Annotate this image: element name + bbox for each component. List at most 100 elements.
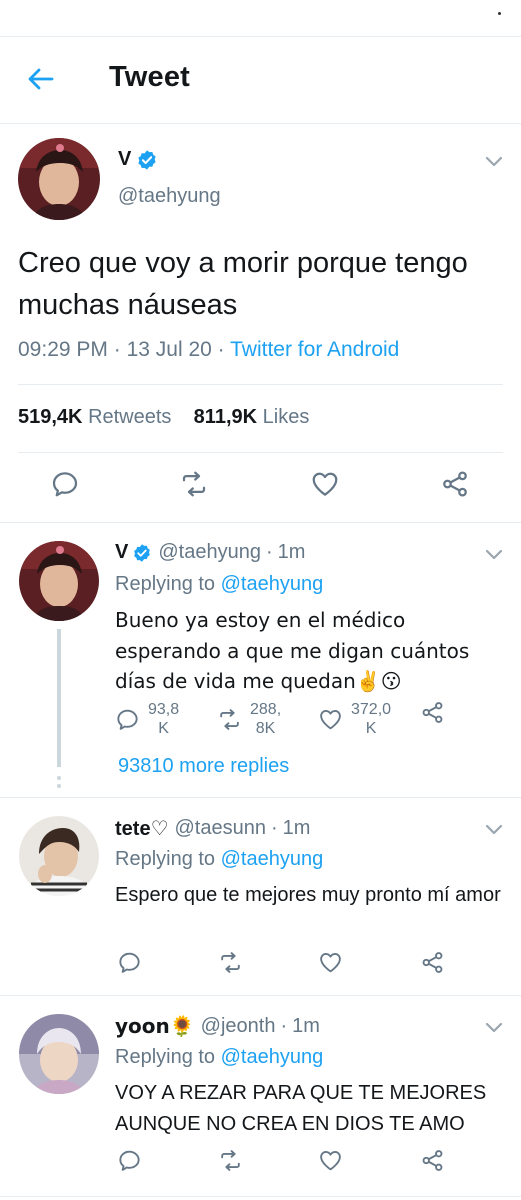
replying-to: Replying to @taehyung <box>115 1046 323 1069</box>
reply-tweet[interactable]: tete♡ @taesunn · 1m Replying to @taehyun… <box>0 798 521 996</box>
replying-to-link[interactable]: @taehyung <box>221 573 324 595</box>
reply-icon <box>115 707 140 732</box>
main-tweet: V @taehyung Creo que voy a morir porque … <box>0 124 521 523</box>
reply-time: 1m <box>282 817 311 839</box>
share-icon <box>420 950 445 975</box>
share-action[interactable] <box>420 1148 445 1173</box>
reply-author-handle[interactable]: @taesunn <box>175 817 266 840</box>
divider <box>18 384 503 385</box>
reply-time: 1m <box>292 1014 320 1037</box>
divider <box>18 452 503 453</box>
like-icon <box>318 707 343 732</box>
replying-to-prefix: Replying to <box>115 573 216 595</box>
reply-action[interactable] <box>117 1148 142 1173</box>
reply-author-name-text: V <box>115 541 129 563</box>
like-icon <box>318 1148 343 1173</box>
thread-line <box>57 629 61 767</box>
avatar[interactable] <box>18 138 100 220</box>
meta-separator: · <box>265 541 273 563</box>
status-bar <box>0 0 521 37</box>
thread-dots <box>57 776 61 792</box>
avatar[interactable] <box>19 816 99 896</box>
share-icon <box>420 1148 445 1173</box>
avatar[interactable] <box>19 541 99 621</box>
replying-to-link[interactable]: @taehyung <box>221 1046 324 1068</box>
share-action[interactable] <box>420 700 445 725</box>
share-icon <box>420 700 445 725</box>
like-action[interactable] <box>318 1148 343 1173</box>
reply-text: VOY A REZAR PARA QUE TE MEJORES AUNQUE N… <box>115 1082 487 1135</box>
retweet-icon[interactable] <box>179 469 209 499</box>
chevron-down-icon[interactable] <box>485 549 503 561</box>
like-action[interactable] <box>318 950 343 975</box>
replying-to: Replying to @taehyung <box>115 848 323 871</box>
share-action[interactable] <box>420 950 445 975</box>
reply-icon <box>117 950 142 975</box>
like-icon[interactable] <box>310 469 340 499</box>
reply-header: tete♡ @taesunn · 1m <box>115 816 310 841</box>
reply-time: 1m <box>277 541 306 563</box>
author-handle[interactable]: @taehyung <box>118 185 221 208</box>
like-action[interactable]: 372,0 K <box>318 700 391 738</box>
reply-author-name[interactable]: V <box>115 541 152 564</box>
reply-actions <box>115 1148 501 1188</box>
reply-icon <box>117 1148 142 1173</box>
retweet-action[interactable] <box>218 1148 243 1173</box>
reply-author-name-text: tete♡ <box>115 818 169 840</box>
page-title: Tweet <box>109 61 191 93</box>
tweet-stats: 519,4K Retweets 811,9K Likes <box>18 406 309 429</box>
tweet-meta: 09:29 PM · 13 Jul 20 · Twitter for Andro… <box>18 338 399 362</box>
retweet-action[interactable]: 288, 8K <box>217 700 281 738</box>
meta-separator: · <box>217 338 225 361</box>
likes-count: 811,9K <box>193 406 258 428</box>
reply-tweet[interactable]: yoon🌻 @jeonth · 1m Replying to @taehyung… <box>0 996 521 1197</box>
reply-action[interactable] <box>117 950 142 975</box>
reply-header: yoon🌻 @jeonth · 1m <box>115 1014 320 1038</box>
author-name[interactable]: V <box>118 148 158 171</box>
likes-stat[interactable]: 811,9K Likes <box>194 406 310 428</box>
replying-to-prefix: Replying to <box>115 1046 216 1068</box>
meta-separator: · <box>270 817 278 839</box>
reply-icon[interactable] <box>50 469 80 499</box>
reply-actions: 93,8 K 288, 8K 372,0 K <box>115 700 501 740</box>
retweet-icon <box>218 1148 243 1173</box>
retweets-label: Retweets <box>88 406 172 428</box>
header: Tweet <box>0 37 521 124</box>
tweet-time: 09:29 PM <box>18 338 108 361</box>
replying-to: Replying to @taehyung <box>115 573 323 596</box>
reply-author-handle[interactable]: @taehyung <box>158 541 261 564</box>
reply-author-handle[interactable]: @jeonth <box>201 1015 276 1038</box>
share-icon[interactable] <box>440 469 470 499</box>
verified-badge-icon <box>136 149 158 171</box>
retweet-count: 288, 8K <box>250 701 282 737</box>
avatar[interactable] <box>19 1014 99 1094</box>
reply-text: Espero que te mejores muy pronto mí amor <box>115 884 501 906</box>
reply-author-name[interactable]: yoon🌻 <box>115 1014 195 1038</box>
replying-to-link[interactable]: @taehyung <box>221 848 324 870</box>
tweet-date: 13 Jul 20 <box>126 338 212 361</box>
reply-author-name[interactable]: tete♡ <box>115 816 169 841</box>
like-icon <box>318 950 343 975</box>
reply-count: 93,8 K <box>148 701 180 737</box>
meta-separator: · <box>280 1014 288 1037</box>
like-count: 372,0 K <box>351 701 392 737</box>
chevron-down-icon[interactable] <box>485 1022 503 1034</box>
tweet-text: Creo que voy a morir porque tengo muchas… <box>18 247 468 321</box>
reply-tweet[interactable]: V @taehyung · 1m Replying to @taehyung B… <box>0 523 521 798</box>
back-arrow-icon[interactable] <box>26 64 56 94</box>
author-name-text: V <box>118 148 132 170</box>
reply-action[interactable]: 93,8 K <box>115 700 179 738</box>
reply-author-name-text: yoon🌻 <box>115 1014 195 1038</box>
chevron-down-icon[interactable] <box>485 156 503 168</box>
meta-separator: · <box>113 338 121 361</box>
reply-text: Bueno ya estoy en el médico esperando a … <box>115 608 470 693</box>
reply-header: V @taehyung · 1m <box>115 541 305 564</box>
more-replies-link[interactable]: 93810 more replies <box>118 755 289 778</box>
retweets-count: 519,4K <box>18 406 83 428</box>
retweet-icon <box>218 950 243 975</box>
tweet-source-link[interactable]: Twitter for Android <box>230 338 399 361</box>
chevron-down-icon[interactable] <box>485 824 503 836</box>
retweet-action[interactable] <box>218 950 243 975</box>
retweets-stat[interactable]: 519,4K Retweets <box>18 406 171 428</box>
status-dot-icon <box>498 12 501 15</box>
